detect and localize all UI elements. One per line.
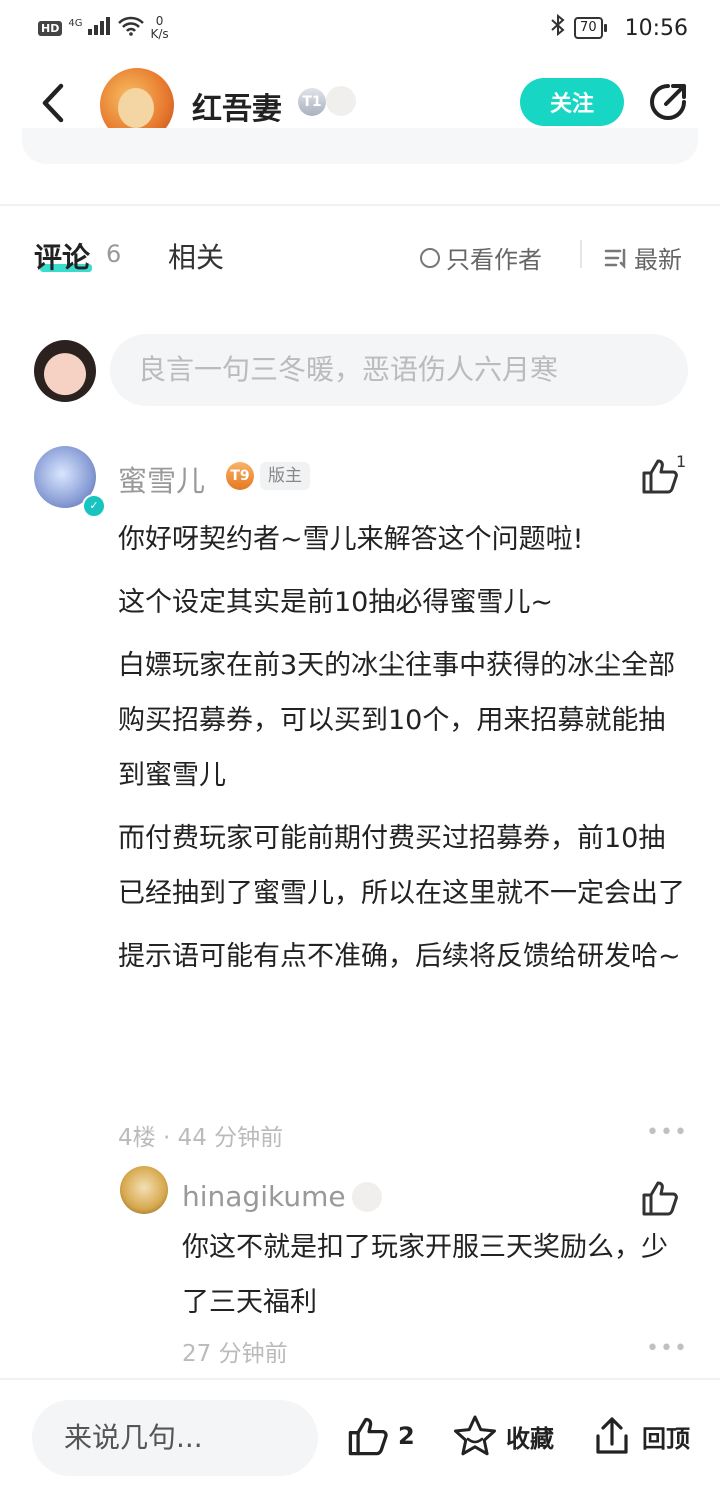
comment-meta: 4楼 · 44 分钟前: [118, 1125, 284, 1151]
share-icon: [650, 84, 686, 120]
reply-avatar[interactable]: [120, 1166, 168, 1214]
comment-input[interactable]: 良言一句三冬暖，恶语伤人六月寒: [110, 334, 688, 406]
character-badge-icon: [352, 1182, 382, 1212]
reply-like-button[interactable]: [640, 1178, 680, 1222]
back-to-top-button[interactable]: 回顶: [590, 1414, 690, 1458]
my-avatar: [34, 340, 96, 402]
star-icon: [454, 1415, 496, 1456]
follow-button[interactable]: 关注: [520, 78, 624, 126]
comment-paragraph: 你好呀契约者~雪儿来解答这个问题啦!: [118, 524, 584, 555]
sort-button[interactable]: 最新: [604, 240, 682, 275]
reply-author[interactable]: hinagikume: [182, 1180, 346, 1213]
network-label: 4G: [68, 17, 83, 29]
net-speed: 0 K/s: [150, 15, 168, 41]
tab-separator: [580, 240, 582, 268]
sort-icon: [604, 248, 626, 269]
post-like-count: 2: [398, 1422, 415, 1450]
share-button[interactable]: [646, 80, 690, 124]
clock: 10:56: [624, 15, 688, 41]
verified-icon: ✓: [82, 494, 106, 518]
reply-meta: 27 分钟前: [182, 1341, 288, 1367]
comment-body: 你好呀契约者~雪儿来解答这个问题啦! 这个设定其实是前10抽必得蜜雪儿~ 白嫖玩…: [118, 512, 688, 992]
commenter-name[interactable]: 蜜雪儿: [118, 458, 205, 500]
author-only-toggle[interactable]: 只看作者: [420, 240, 542, 275]
back-button[interactable]: [34, 78, 74, 128]
back-arrow-icon: [42, 83, 64, 123]
level-badge: T1: [298, 88, 326, 116]
bluetooth-icon: [550, 13, 566, 43]
upload-icon: [596, 1417, 628, 1454]
battery-indicator: 70: [574, 17, 607, 39]
favorite-label: 收藏: [506, 1424, 554, 1453]
hd-badge: HD: [38, 20, 63, 36]
tab-related[interactable]: 相关: [168, 236, 224, 276]
thumbs-up-icon: [348, 1417, 388, 1456]
comment-paragraph: 白嫖玩家在前3天的冰尘往事中获得的冰尘全部购买招募券，可以买到10个，用来招募就…: [118, 650, 676, 791]
comment-like-button[interactable]: [640, 456, 680, 500]
section-divider: [0, 204, 720, 206]
thumbs-up-icon: [642, 1181, 678, 1216]
sort-label: 最新: [634, 246, 682, 274]
comment-like-count: 1: [676, 452, 687, 471]
post-like-button[interactable]: 2: [346, 1414, 415, 1458]
bottom-divider: [0, 1378, 720, 1380]
signal-icon: [88, 17, 112, 39]
level-badge: T9: [226, 462, 254, 490]
reply-body: 你这不就是扣了玩家开服三天奖励么，少了三天福利: [182, 1232, 668, 1318]
comment-paragraph: 提示语可能有点不准确，后续将反馈给研发哈~: [118, 941, 681, 972]
tab-comments[interactable]: 评论: [34, 236, 90, 276]
bottom-comment-input[interactable]: 来说几句...: [32, 1400, 318, 1476]
post-card-edge: [22, 128, 698, 164]
comment-paragraph: 而付费玩家可能前期付费买过招募券，前10抽已经抽到了蜜雪儿，所以在这里就不一定会…: [118, 823, 685, 909]
reply-more-button[interactable]: •••: [646, 1336, 688, 1361]
moderator-badge: 版主: [260, 462, 310, 490]
comment-paragraph: 这个设定其实是前10抽必得蜜雪儿~: [118, 587, 553, 618]
status-left: HD 4G 0 K/s: [38, 12, 169, 44]
favorite-button[interactable]: 收藏: [452, 1414, 554, 1458]
comment-more-button[interactable]: •••: [646, 1120, 688, 1145]
radio-icon: [420, 247, 440, 268]
wifi-icon: [118, 16, 145, 40]
comments-count: 6: [106, 240, 122, 268]
thumbs-up-icon: [642, 459, 678, 494]
author-name[interactable]: 红吾妻: [192, 84, 282, 128]
status-right: 70 10:56: [550, 12, 688, 44]
net-speed-unit: K/s: [150, 27, 169, 41]
character-badge-icon: [326, 86, 356, 116]
author-only-label: 只看作者: [446, 246, 542, 274]
back-to-top-label: 回顶: [642, 1424, 690, 1453]
